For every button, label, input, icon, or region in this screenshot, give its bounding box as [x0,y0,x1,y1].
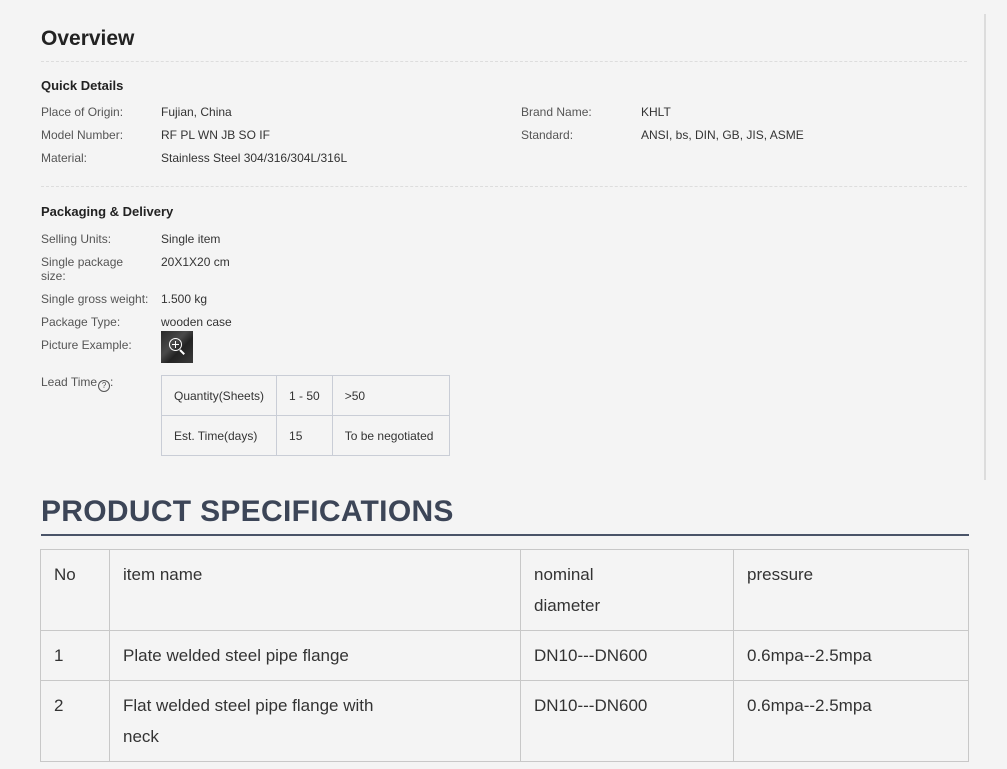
quick-details-grid: Place of Origin: Fujian, China Brand Nam… [41,105,967,165]
table-cell: 15 [276,415,333,456]
detail-label: Standard: [521,128,574,142]
header-cell-pressure: pressure [733,549,969,631]
detail-label: Brand Name: [521,105,592,119]
product-specifications-title: PRODUCT SPECIFICATIONS [41,495,454,528]
overview-divider [41,61,967,62]
specifications-rule [41,534,969,536]
product-detail-page: Overview Quick Details Place of Origin: … [0,0,1007,769]
packaging-grid: Selling Units: Single item Single packag… [41,232,967,456]
quick-details-title: Quick Details [41,78,124,93]
table-cell: >50 [331,375,450,416]
header-cell-name: item name [109,549,521,631]
table-cell: DN10---DN600 [520,630,734,681]
quick-details: Quick Details Place of Origin: Fujian, C… [41,78,967,165]
detail-value: Single item [161,232,221,246]
header-cell-no: No [40,549,110,631]
lead-time-label: Lead Time?: [41,375,114,392]
table-cell: 1 [40,630,110,681]
picture-example-thumbnail[interactable] [161,331,193,363]
detail-value: 1.500 kg [161,292,208,306]
table-cell: 0.6mpa--2.5mpa [733,630,969,681]
table-cell: To be negotiated [331,415,450,456]
scroll-divider [984,14,986,480]
header-cell-diameter: nominal diameter [520,549,734,631]
detail-label: Place of Origin: [41,105,124,119]
quick-details-divider [41,186,967,187]
detail-label: Material: [41,151,88,165]
detail-label: Picture Example: [41,338,132,352]
table-row: 1 Plate welded steel pipe flange DN10---… [40,630,969,681]
detail-label: Single package size: [41,255,124,283]
detail-value: ANSI, bs, DIN, GB, JIS, ASME [641,128,804,142]
overview-title: Overview [41,27,135,50]
table-cell: 2 [40,680,110,762]
detail-value: Stainless Steel 304/316/304L/316L [161,151,348,165]
specifications-table: No item name nominal diameter pressure 1 … [40,549,969,762]
table-cell: Plate welded steel pipe flange [109,630,521,681]
detail-label: Model Number: [41,128,124,142]
detail-value: wooden case [161,315,232,329]
table-cell: 1 - 50 [276,375,333,416]
lead-time-table: Quantity(Sheets) 1 - 50 >50 Est. Time(da… [160,375,450,456]
table-header-row: No item name nominal diameter pressure [40,549,969,631]
detail-value: KHLT [641,105,671,119]
table-cell: DN10---DN600 [520,680,734,762]
table-cell: Flat welded steel pipe flange with neck [109,680,521,762]
table-cell: Quantity(Sheets) [160,375,278,416]
table-row: Quantity(Sheets) 1 - 50 >50 [160,375,450,416]
packaging-title: Packaging & Delivery [41,204,174,219]
help-circle-icon[interactable]: ? [98,380,111,392]
detail-label: Package Type: [41,315,121,329]
table-cell: 0.6mpa--2.5mpa [733,680,969,762]
table-row: 2 Flat welded steel pipe flange with neck… [40,680,969,762]
table-cell: Est. Time(days) [160,415,278,456]
detail-value: 20X1X20 cm [161,255,230,269]
detail-value: RF PL WN JB SO IF [161,128,270,142]
overview-section: Overview Quick Details Place of Origin: … [41,24,967,456]
table-row: Est. Time(days) 15 To be negotiated [160,415,450,456]
detail-label: Single gross weight: [41,292,149,306]
detail-value: Fujian, China [161,105,232,119]
packaging-delivery: Packaging & Delivery Selling Units: Sing… [41,204,967,456]
detail-label: Selling Units: [41,232,112,246]
